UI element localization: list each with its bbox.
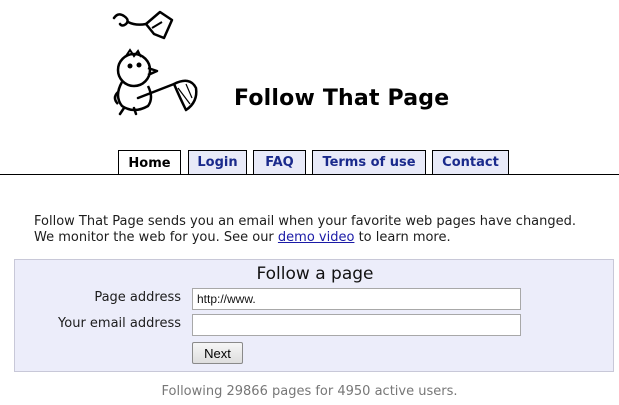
- tab-contact[interactable]: Contact: [432, 150, 509, 174]
- usage-stats: Following 29866 pages for 4950 active us…: [161, 384, 458, 399]
- logo-icon: [112, 10, 198, 116]
- intro-text: Follow That Page sends you an email when…: [34, 214, 614, 246]
- intro-line-2-before: We monitor the web for you. See our: [34, 230, 278, 245]
- page-address-input[interactable]: [192, 288, 521, 310]
- follow-page-form: Follow a page Page address Your email ad…: [14, 259, 614, 372]
- email-label: Your email address: [58, 316, 181, 331]
- tab-faq-label: FAQ: [265, 155, 294, 170]
- tab-home-label: Home: [128, 155, 171, 171]
- intro-line-2: We monitor the web for you. See our demo…: [34, 230, 614, 246]
- tab-contact-label: Contact: [442, 155, 499, 170]
- intro-line-1: Follow That Page sends you an email when…: [34, 214, 577, 229]
- next-button[interactable]: Next: [192, 342, 243, 364]
- tab-login[interactable]: Login: [188, 150, 247, 174]
- tabs-divider: [0, 174, 619, 175]
- header: Follow That Page: [0, 0, 619, 150]
- form-title: Follow a page: [256, 264, 374, 284]
- tab-faq[interactable]: FAQ: [253, 150, 306, 174]
- tab-home[interactable]: Home: [118, 150, 181, 175]
- demo-video-link[interactable]: demo video: [278, 230, 355, 245]
- tab-terms-of-use-label: Terms of use: [322, 155, 416, 170]
- page-address-label: Page address: [94, 290, 181, 305]
- nav-tabs: Home Login FAQ Terms of use Contact: [0, 150, 619, 175]
- tab-terms-of-use[interactable]: Terms of use: [312, 150, 426, 174]
- intro-line-2-after: to learn more.: [354, 230, 451, 245]
- tab-login-label: Login: [197, 155, 238, 170]
- email-input[interactable]: [192, 314, 521, 336]
- site-title: Follow That Page: [234, 86, 450, 111]
